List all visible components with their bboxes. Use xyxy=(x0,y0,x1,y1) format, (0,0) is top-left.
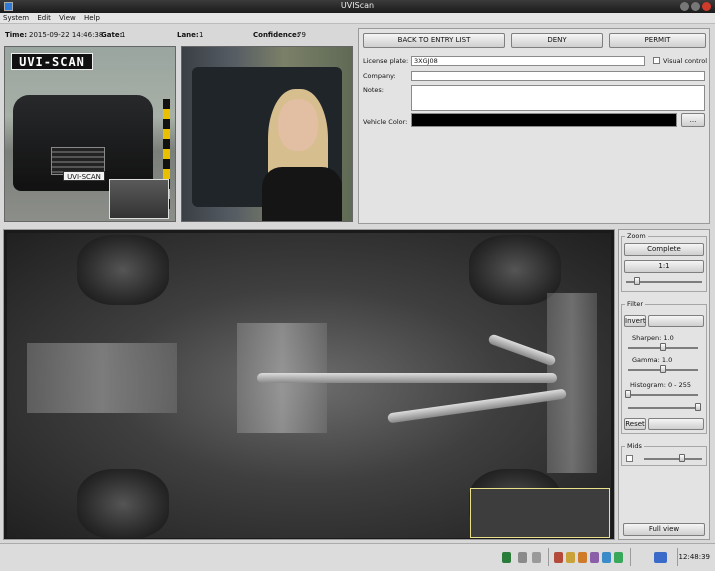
underbody-scan-panel xyxy=(3,229,615,540)
network-icon[interactable] xyxy=(614,552,623,563)
mids-slider-track[interactable] xyxy=(644,458,702,460)
vehicle-inset-thumbnail[interactable] xyxy=(109,179,169,219)
mids-checkbox[interactable] xyxy=(626,455,633,462)
lane-label: Lane: xyxy=(177,31,199,39)
vehicle-color-swatch[interactable] xyxy=(411,113,677,127)
sharpen-slider-knob[interactable] xyxy=(660,343,666,351)
menu-view[interactable]: View xyxy=(56,13,79,22)
company-label: Company: xyxy=(363,72,396,80)
front-left-wheel xyxy=(77,235,169,305)
time-value: 2015-09-22 14:46:38 xyxy=(29,31,104,39)
reset-filter-button[interactable]: Reset xyxy=(624,418,646,430)
gamma-label: Gamma: 1.0 xyxy=(632,356,673,364)
scanner-icon[interactable] xyxy=(554,552,563,563)
lock-icon[interactable] xyxy=(590,552,599,563)
back-to-entry-list-button[interactable]: BACK TO ENTRY LIST xyxy=(363,33,505,48)
title-bar: UVIScan xyxy=(0,0,715,13)
reset-spacer-button[interactable] xyxy=(648,418,704,430)
full-view-button[interactable]: Full view xyxy=(623,523,705,536)
zoom-slider-knob[interactable] xyxy=(634,277,641,285)
image-controls-panel: Zoom Complete 1:1 Filter Invert Sharpen:… xyxy=(618,229,710,540)
status-bar: 12:48:39 xyxy=(0,543,715,571)
license-plate-field[interactable]: 3XGJ08 xyxy=(411,56,645,66)
window-title: UVIScan xyxy=(340,1,375,10)
company-field[interactable] xyxy=(411,71,705,81)
clock: 12:48:39 xyxy=(678,553,710,561)
time-label: Time: xyxy=(5,31,28,39)
menu-help[interactable]: Help xyxy=(81,13,103,22)
close-button[interactable] xyxy=(702,2,711,11)
zoom-1-1-button[interactable]: 1:1 xyxy=(624,260,704,273)
exhaust-pipe-secondary xyxy=(387,388,567,424)
sharpen-label: Sharpen: 1.0 xyxy=(632,334,674,342)
signal-icon[interactable] xyxy=(566,552,575,563)
front-right-wheel xyxy=(77,469,169,538)
histogram-low-track[interactable] xyxy=(628,394,698,396)
entry-info-row: Time: 2015-09-22 14:46:38 Gate: 1 Lane: … xyxy=(3,26,355,43)
license-plate-label: License plate: xyxy=(363,57,409,65)
gamma-slider-knob[interactable] xyxy=(660,365,666,373)
notes-field[interactable] xyxy=(411,85,705,111)
mids-title: Mids xyxy=(625,442,644,450)
rear-bumper-frame xyxy=(547,293,597,473)
menu-system[interactable]: System xyxy=(0,13,32,22)
gate-value: 1 xyxy=(121,31,126,39)
filter-group: Filter Invert Sharpen: 1.0 Gamma: 1.0 Hi… xyxy=(621,300,707,434)
permit-button[interactable]: PERMIT xyxy=(609,33,706,48)
visual-control-checkbox[interactable] xyxy=(653,57,660,64)
confidence-label: Confidence: xyxy=(253,31,300,39)
visual-control-label: Visual control xyxy=(663,57,708,65)
driver-face xyxy=(278,99,318,151)
gate-label: Gate: xyxy=(101,31,123,39)
vehicle-front-photo[interactable]: UVI-SCAN UVI-SCAN xyxy=(4,46,176,222)
scan-overview-thumbnail[interactable] xyxy=(470,488,610,538)
mids-slider-knob[interactable] xyxy=(678,454,685,462)
entry-details-panel: BACK TO ENTRY LIST DENY PERMIT License p… xyxy=(358,28,710,224)
exhaust-pipe-main xyxy=(257,373,557,383)
invert-spacer-button[interactable] xyxy=(648,315,704,327)
underbody-scan-image[interactable] xyxy=(7,233,611,538)
confidence-value: 79 xyxy=(297,31,306,39)
zoom-complete-button[interactable]: Complete xyxy=(624,243,704,256)
invert-button[interactable]: Invert xyxy=(624,315,646,327)
maximize-button[interactable] xyxy=(691,2,700,11)
uvi-scan-sign: UVI-SCAN xyxy=(11,53,93,70)
color-picker-button[interactable]: ... xyxy=(681,113,705,127)
menu-bar: System Edit View Help xyxy=(0,13,715,24)
settings-icon[interactable] xyxy=(602,552,611,563)
lane-value: 1 xyxy=(199,31,204,39)
filter-title: Filter xyxy=(625,300,646,308)
status-separator xyxy=(548,548,549,566)
vehicle-plate: UVI-SCAN xyxy=(63,171,105,181)
front-subframe xyxy=(27,343,177,413)
printer-icon[interactable] xyxy=(518,552,527,563)
zoom-group: Zoom Complete 1:1 xyxy=(621,232,707,292)
notes-label: Notes: xyxy=(363,86,384,94)
folder-icon[interactable] xyxy=(578,552,587,563)
zoom-title: Zoom xyxy=(625,232,648,240)
driver-body xyxy=(262,167,342,221)
drive-icon[interactable] xyxy=(532,552,541,563)
mids-group: Mids xyxy=(621,442,707,466)
histogram-high-knob[interactable] xyxy=(695,403,701,411)
camera-icon[interactable] xyxy=(502,552,511,563)
vehicle-color-label: Vehicle Color: xyxy=(363,118,408,126)
monitor-icon[interactable] xyxy=(654,552,667,563)
histogram-label: Histogram: 0 - 255 xyxy=(630,381,691,389)
deny-button[interactable]: DENY xyxy=(511,33,603,48)
minimize-button[interactable] xyxy=(680,2,689,11)
driver-photo[interactable] xyxy=(181,46,353,222)
status-separator xyxy=(630,548,631,566)
histogram-low-knob[interactable] xyxy=(625,390,631,398)
menu-edit[interactable]: Edit xyxy=(34,13,54,22)
histogram-high-track[interactable] xyxy=(628,407,698,409)
